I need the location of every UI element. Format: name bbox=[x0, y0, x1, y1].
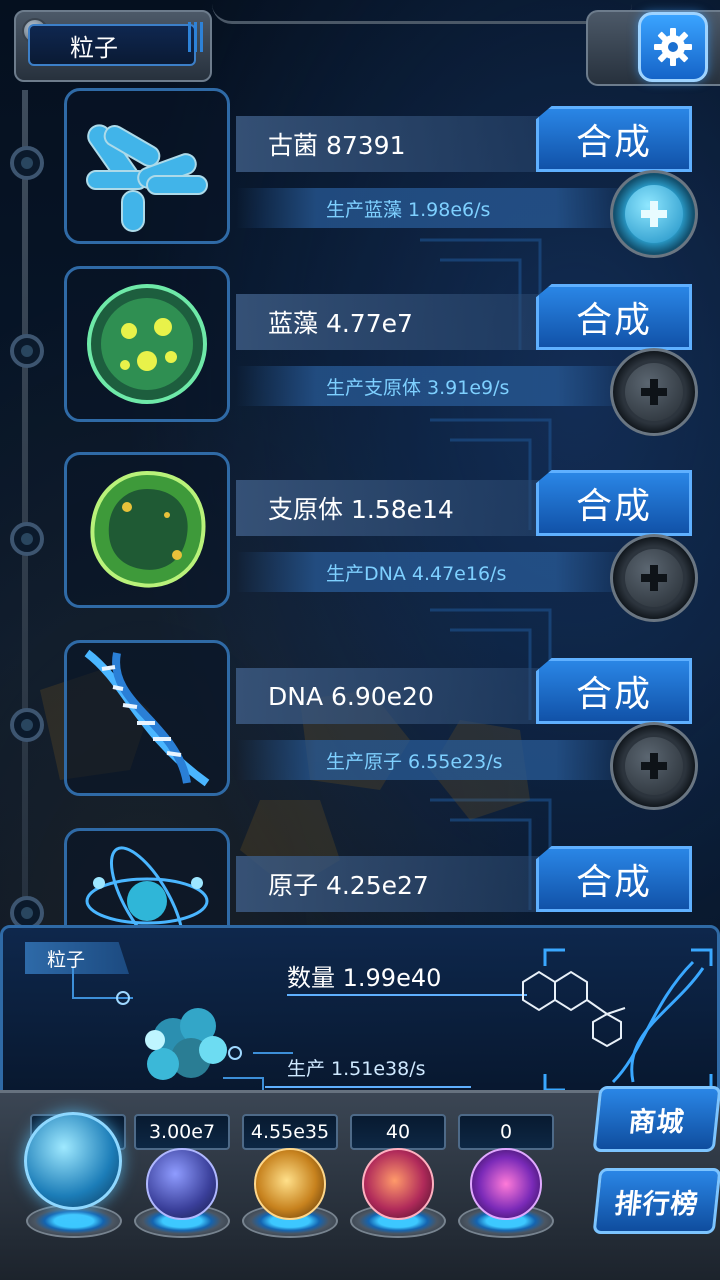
upgrade-button[interactable] bbox=[610, 170, 698, 258]
production-rate: 生产DNA 4.47e16/s bbox=[236, 552, 636, 592]
upgrade-button[interactable] bbox=[610, 722, 698, 810]
upgrade-button[interactable] bbox=[610, 348, 698, 436]
archaea-image bbox=[64, 88, 230, 244]
upgrade-button[interactable] bbox=[610, 534, 698, 622]
bacteria-icon bbox=[86, 124, 208, 232]
cell-icon bbox=[90, 470, 206, 588]
unit-row-atom: 原子 4.25e27 合成 bbox=[0, 828, 720, 925]
ranking-button[interactable]: 排行榜 bbox=[592, 1168, 720, 1234]
unit-row-cyanobacteria: 蓝藻 4.77e7 合成 生产支原体 3.91e9/s bbox=[0, 266, 720, 436]
unit-row-mycoplasma: 支原体 1.58e14 合成 生产DNA 4.47e16/s bbox=[0, 452, 720, 622]
unit-count: 支原体 1.58e14 bbox=[236, 480, 546, 536]
dna-icon bbox=[84, 649, 210, 787]
vortex-orb-icon[interactable] bbox=[470, 1148, 542, 1220]
settings-button[interactable] bbox=[638, 12, 708, 82]
plus-icon bbox=[641, 201, 667, 227]
title-panel: 粒子 bbox=[14, 10, 212, 82]
plus-icon bbox=[641, 753, 667, 779]
unit-count: DNA 6.90e20 bbox=[236, 668, 546, 724]
synthesize-button[interactable]: 合成 bbox=[536, 846, 692, 912]
atom-icon bbox=[85, 846, 209, 925]
gear-icon bbox=[654, 28, 692, 66]
divider bbox=[265, 1086, 471, 1088]
mycoplasma-image bbox=[64, 452, 230, 608]
particle-cluster-icon bbox=[72, 968, 293, 1108]
page-title: 粒子 bbox=[28, 24, 196, 66]
lightning-orb-icon[interactable] bbox=[146, 1148, 218, 1220]
top-frame bbox=[212, 4, 632, 24]
production-rate: 生产支原体 3.91e9/s bbox=[236, 366, 636, 406]
divider bbox=[287, 994, 527, 996]
dna-image bbox=[64, 640, 230, 796]
synthesize-button[interactable]: 合成 bbox=[536, 106, 692, 172]
unit-count: 蓝藻 4.77e7 bbox=[236, 294, 546, 350]
synthesize-button[interactable]: 合成 bbox=[536, 470, 692, 536]
atom-image bbox=[64, 828, 230, 925]
synthesize-button[interactable]: 合成 bbox=[536, 284, 692, 350]
unit-row-archaea: 古菌 87391 合成 生产蓝藻 1.98e6/s bbox=[0, 88, 720, 258]
particle-orb-icon[interactable] bbox=[24, 1112, 122, 1210]
resource-counter: 40 bbox=[350, 1114, 446, 1150]
unit-count: 原子 4.25e27 bbox=[236, 856, 546, 912]
synthesize-button[interactable]: 合成 bbox=[536, 658, 692, 724]
resource-counter: 4.55e35 bbox=[242, 1114, 338, 1150]
unit-row-dna: DNA 6.90e20 合成 生产原子 6.55e23/s bbox=[0, 640, 720, 810]
cyanobacteria-image bbox=[64, 266, 230, 422]
shop-button[interactable]: 商城 bbox=[592, 1086, 720, 1152]
production-rate: 生产蓝藻 1.98e6/s bbox=[236, 188, 636, 228]
resource-counter: 0 bbox=[458, 1114, 554, 1150]
cell-icon bbox=[87, 284, 207, 404]
resource-counter: 3.00e7 bbox=[134, 1114, 230, 1150]
plus-icon bbox=[641, 379, 667, 405]
title-stripes bbox=[188, 22, 206, 52]
brain-orb-icon[interactable] bbox=[362, 1148, 434, 1220]
plus-icon bbox=[641, 565, 667, 591]
unit-count: 古菌 87391 bbox=[236, 116, 546, 172]
molecule-dna-icon bbox=[522, 948, 713, 1092]
particle-production: 生产 1.51e38/s bbox=[287, 1058, 426, 1080]
production-rate: 生产原子 6.55e23/s bbox=[236, 740, 636, 780]
fire-orb-icon[interactable] bbox=[254, 1148, 326, 1220]
particle-count: 数量 1.99e40 bbox=[287, 964, 442, 992]
